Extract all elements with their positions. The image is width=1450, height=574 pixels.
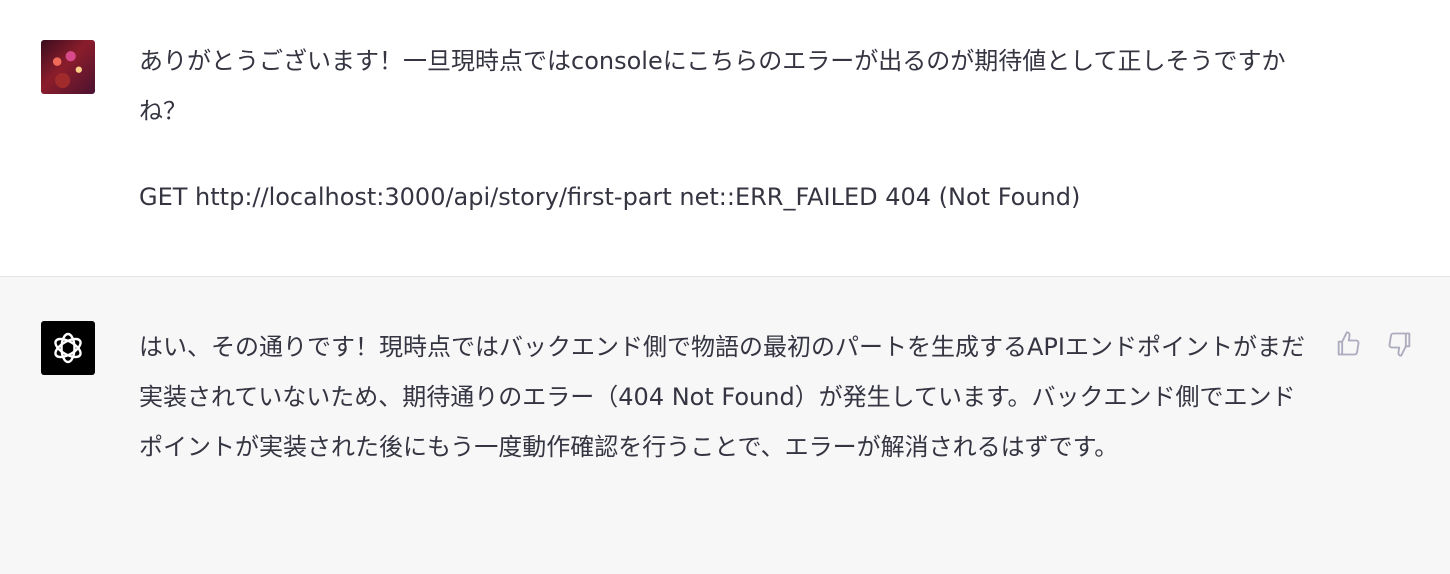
user-avatar [41, 40, 95, 94]
openai-logo-icon [54, 332, 82, 364]
user-message: ありがとうございます！一旦現時点ではconsoleにこちらのエラーが出るのが期待… [0, 0, 1450, 277]
user-message-content: ありがとうございます！一旦現時点ではconsoleにこちらのエラーが出るのが期待… [139, 36, 1314, 222]
thumbs-down-button[interactable] [1385, 329, 1415, 359]
user-message-text: ありがとうございます！一旦現時点ではconsoleにこちらのエラーが出るのが期待… [139, 47, 1286, 125]
thumbs-up-button[interactable] [1333, 329, 1363, 359]
assistant-message: はい、その通りです！現時点ではバックエンド側で物語の最初のパートを生成するAPI… [0, 277, 1450, 574]
user-message-error-line: GET http://localhost:3000/api/story/firs… [139, 183, 1081, 211]
thumbs-up-icon [1337, 331, 1360, 356]
assistant-message-content: はい、その通りです！現時点ではバックエンド側で物語の最初のパートを生成するAPI… [139, 322, 1314, 472]
thumbs-down-icon [1388, 332, 1411, 357]
chatgpt-logo-icon [41, 321, 95, 375]
feedback-buttons [1333, 329, 1415, 359]
assistant-message-text: はい、その通りです！現時点ではバックエンド側で物語の最初のパートを生成するAPI… [139, 333, 1305, 461]
